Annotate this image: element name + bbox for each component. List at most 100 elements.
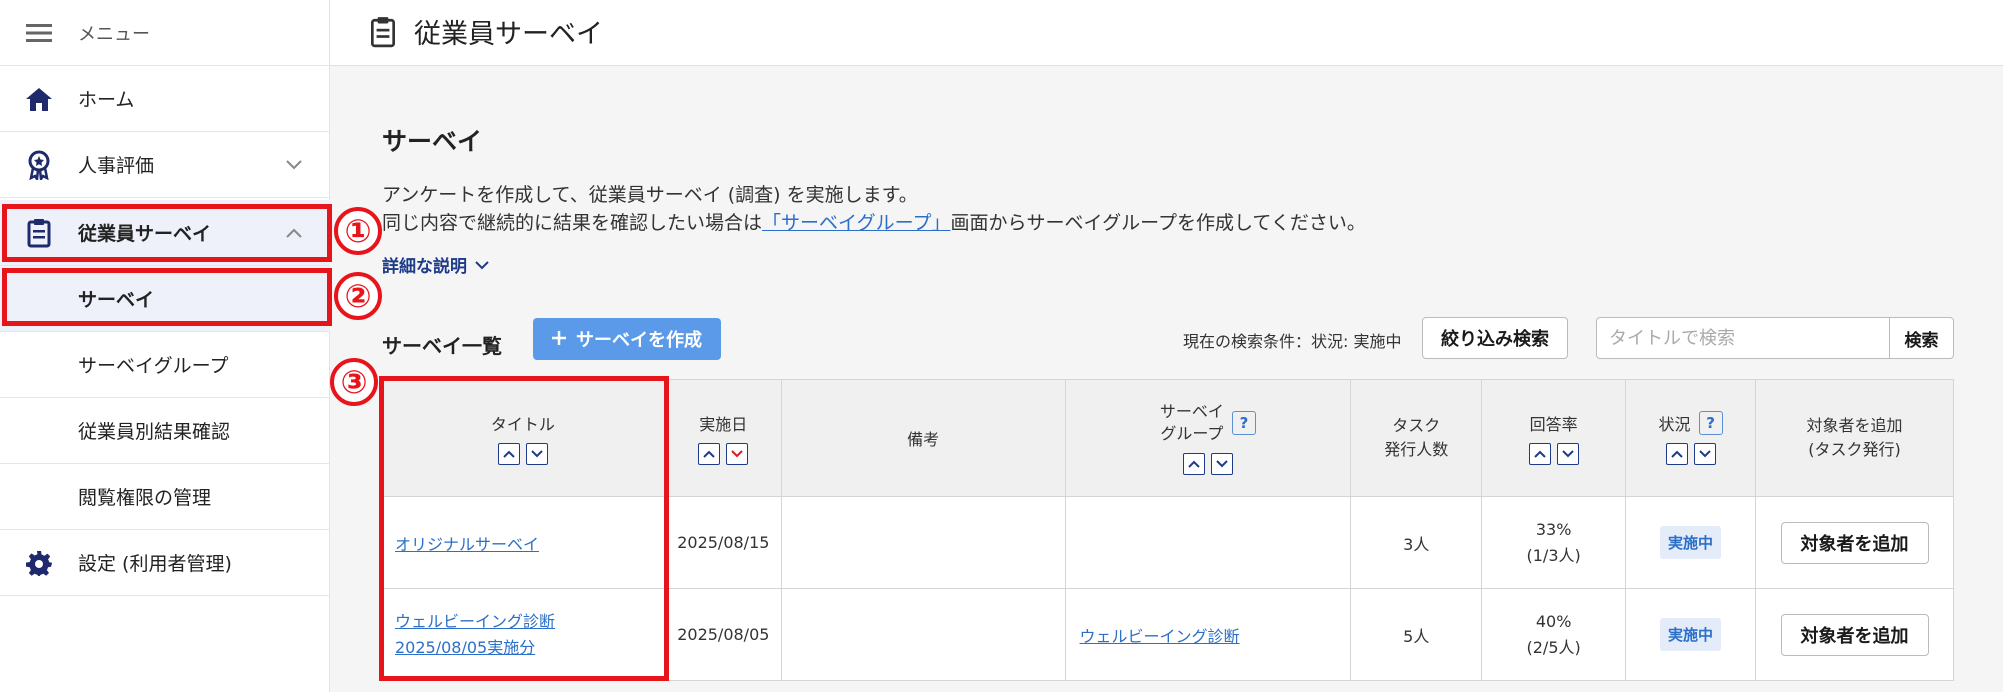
column-header-label: 発行人数 bbox=[1384, 440, 1449, 459]
column-header-task-count: タスク 発行人数 bbox=[1350, 379, 1483, 497]
sidebar-subitem-employee-results[interactable]: 従業員別結果確認 bbox=[0, 398, 330, 464]
table-header-row: タイトル 実施日 備考 サーベイ グループ ? タスク 発行人数 回答率 状況 … bbox=[380, 379, 1954, 497]
column-header-label: 備考 bbox=[907, 430, 940, 449]
cell-count: 3人 bbox=[1350, 496, 1483, 589]
column-header-label: グループ bbox=[1160, 424, 1224, 443]
sort-asc-button[interactable] bbox=[698, 443, 721, 465]
sidebar-item-label: 設定 (利用者管理) bbox=[78, 553, 232, 575]
detail-toggle[interactable]: 詳細な説明 bbox=[382, 252, 489, 277]
cell-status: 実施中 bbox=[1625, 496, 1756, 589]
column-header-add-target: 対象者を追加 (タスク発行) bbox=[1755, 379, 1954, 497]
cell-rate: 33% (1/3人) bbox=[1481, 496, 1627, 589]
sidebar-subitem-survey-group[interactable]: サーベイグループ bbox=[0, 332, 330, 398]
chevron-down-icon bbox=[286, 157, 302, 173]
sort-desc-button[interactable] bbox=[1556, 443, 1579, 465]
add-target-button[interactable]: 対象者を追加 bbox=[1780, 613, 1929, 656]
column-header-label: タイトル bbox=[490, 415, 555, 434]
sort-asc-button[interactable] bbox=[1182, 453, 1205, 475]
hamburger-icon bbox=[24, 18, 54, 48]
column-header-status: 状況 ? bbox=[1625, 379, 1756, 497]
chevron-up-icon bbox=[286, 225, 302, 241]
sort-desc-button[interactable] bbox=[1693, 443, 1716, 465]
description-text: 画面からサーベイグループを作成してください。 bbox=[950, 212, 1366, 234]
sidebar-item-label: 閲覧権限の管理 bbox=[78, 487, 212, 509]
rate-percent: 40% bbox=[1535, 611, 1572, 631]
filter-search-button[interactable]: 絞り込み検索 bbox=[1422, 317, 1568, 359]
sidebar-item-evaluation[interactable]: 人事評価 bbox=[0, 132, 330, 198]
clipboard-icon bbox=[24, 218, 54, 248]
cell-date: 2025/08/05 bbox=[664, 588, 782, 681]
page-title: サーベイ bbox=[382, 127, 483, 156]
cell-count: 5人 bbox=[1350, 588, 1483, 681]
survey-group-link[interactable]: 「サーベイグループ」 bbox=[762, 212, 950, 234]
award-icon bbox=[24, 150, 54, 180]
annotation-number-3: ③ bbox=[330, 358, 378, 406]
cell-group bbox=[1064, 496, 1352, 589]
column-header-label: 回答率 bbox=[1529, 415, 1578, 434]
column-header-label: タスク bbox=[1392, 416, 1441, 435]
rate-detail: (1/3人) bbox=[1526, 545, 1581, 565]
column-header-label: サーベイ bbox=[1159, 402, 1224, 421]
detail-label: 詳細な説明 bbox=[382, 257, 467, 277]
search-condition: 現在の検索条件：状況: 実施中 bbox=[1183, 332, 1402, 351]
annotation-number-1: ① bbox=[334, 207, 382, 255]
column-header-group: サーベイ グループ ? bbox=[1064, 379, 1352, 497]
sidebar-subitem-permissions[interactable]: 閲覧権限の管理 bbox=[0, 464, 330, 530]
cell-group: ウェルビーイング診断 bbox=[1064, 588, 1352, 681]
help-icon[interactable]: ? bbox=[1698, 411, 1723, 435]
survey-title-link[interactable]: ウェルビーイング診断 2025/08/05実施分 bbox=[395, 612, 555, 657]
cell-add: 対象者を追加 bbox=[1755, 496, 1954, 589]
create-survey-button[interactable]: サーベイを作成 bbox=[533, 318, 721, 360]
sort-asc-button[interactable] bbox=[497, 443, 520, 465]
cell-date: 2025/08/15 bbox=[664, 496, 782, 589]
column-header-title: タイトル bbox=[380, 379, 666, 497]
survey-title-link[interactable]: オリジナルサーベイ bbox=[395, 535, 539, 554]
column-header-rate: 回答率 bbox=[1481, 379, 1627, 497]
sidebar: メニュー ホーム 人事評価 従業員サーベイ サーベイ サーベイグループ 従業員別… bbox=[0, 0, 330, 692]
search-box: 検索 bbox=[1596, 317, 1954, 359]
column-header-label: 実施日 bbox=[699, 415, 748, 434]
create-survey-label: サーベイを作成 bbox=[576, 330, 702, 351]
rate-percent: 33% bbox=[1535, 519, 1572, 539]
chevron-down-icon bbox=[475, 255, 489, 275]
sidebar-subitem-survey[interactable]: サーベイ bbox=[0, 266, 330, 332]
survey-title-text: 2025/08/05実施分 bbox=[395, 637, 536, 657]
sidebar-item-label: 従業員別結果確認 bbox=[78, 421, 231, 443]
cell-note bbox=[780, 588, 1066, 681]
sort-desc-button[interactable] bbox=[525, 443, 548, 465]
sidebar-item-label: 従業員サーベイ bbox=[78, 223, 212, 245]
description-line-1: アンケートを作成して、従業員サーベイ (調査) を実施します。 bbox=[382, 184, 918, 206]
clipboard-icon bbox=[370, 16, 400, 48]
cell-status: 実施中 bbox=[1625, 588, 1756, 681]
cell-title: オリジナルサーベイ bbox=[380, 496, 666, 589]
cell-rate: 40% (2/5人) bbox=[1481, 588, 1627, 681]
menu-toggle[interactable]: メニュー bbox=[0, 0, 330, 66]
status-badge: 実施中 bbox=[1660, 618, 1722, 651]
header-title: 従業員サーベイ bbox=[414, 19, 603, 50]
annotation-number-2: ② bbox=[334, 272, 382, 320]
main-content: サーベイ アンケートを作成して、従業員サーベイ (調査) を実施します。 同じ内… bbox=[330, 66, 2003, 692]
sidebar-item-employee-survey[interactable]: 従業員サーベイ bbox=[0, 200, 330, 266]
add-target-button[interactable]: 対象者を追加 bbox=[1780, 521, 1929, 564]
sidebar-item-label: サーベイ bbox=[78, 289, 155, 311]
sort-asc-button[interactable] bbox=[1528, 443, 1551, 465]
cell-note bbox=[780, 496, 1066, 589]
sidebar-item-settings[interactable]: 設定 (利用者管理) bbox=[0, 530, 330, 596]
sort-desc-button[interactable] bbox=[1210, 453, 1233, 475]
title-search-input[interactable] bbox=[1597, 318, 1889, 358]
sidebar-item-label: ホーム bbox=[78, 89, 135, 111]
column-header-label: (タスク発行) bbox=[1808, 440, 1901, 459]
sort-desc-button-active[interactable] bbox=[726, 443, 749, 465]
sidebar-item-home[interactable]: ホーム bbox=[0, 66, 330, 132]
status-badge: 実施中 bbox=[1660, 526, 1722, 559]
sort-asc-button[interactable] bbox=[1665, 443, 1688, 465]
cell-add: 対象者を追加 bbox=[1755, 588, 1954, 681]
column-header-label: 状況 bbox=[1658, 415, 1691, 434]
gear-icon bbox=[24, 548, 54, 578]
help-icon[interactable]: ? bbox=[1231, 411, 1256, 435]
plus-icon bbox=[552, 329, 566, 350]
survey-group-link[interactable]: ウェルビーイング診断 bbox=[1080, 627, 1240, 646]
table-row: ウェルビーイング診断 2025/08/05実施分 2025/08/05 ウェルビー… bbox=[380, 588, 1954, 681]
search-button[interactable]: 検索 bbox=[1889, 318, 1953, 358]
table-row: オリジナルサーベイ 2025/08/15 3人 33% (1/3人) 実施中 対… bbox=[380, 496, 1954, 589]
